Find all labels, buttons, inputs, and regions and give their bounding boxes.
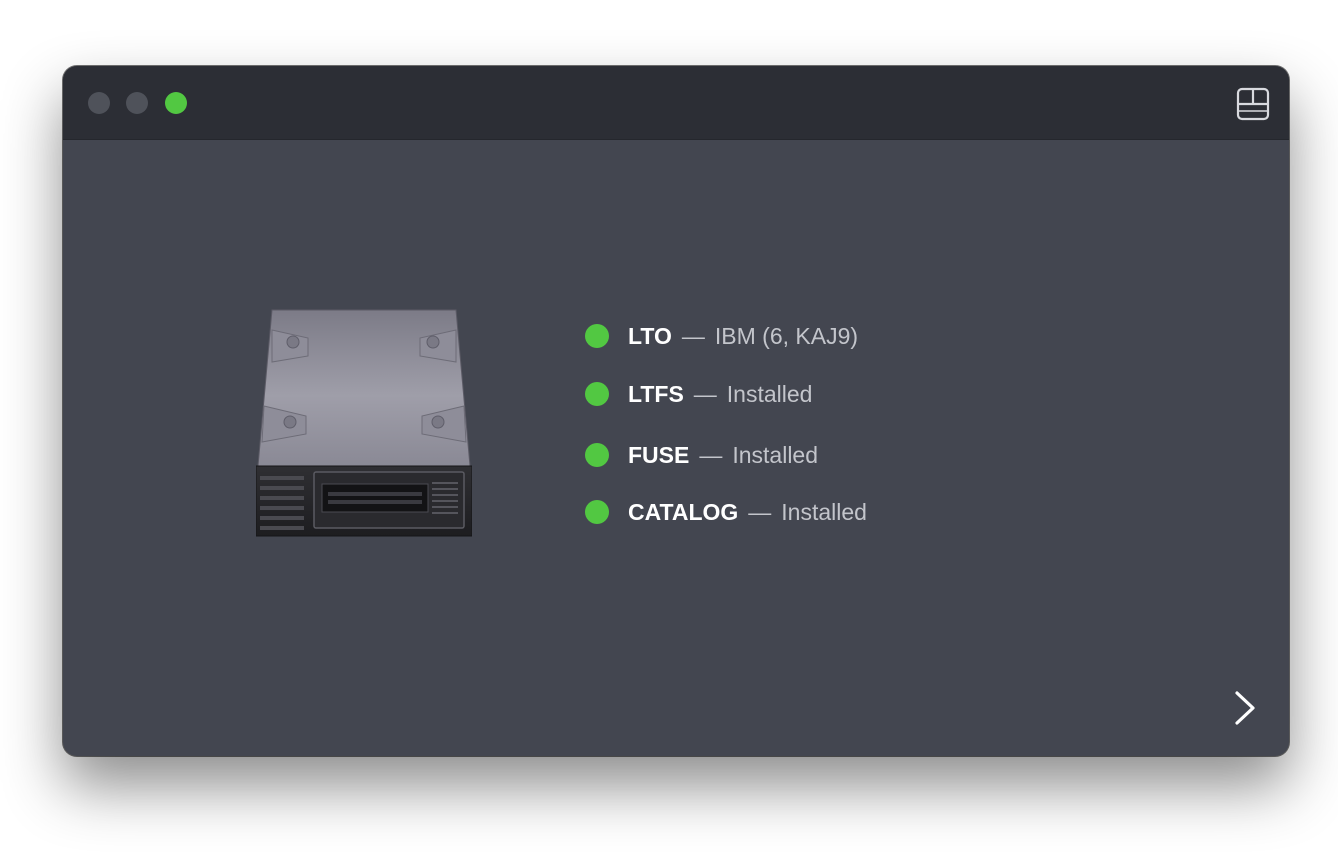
close-window-button[interactable] xyxy=(88,92,110,114)
status-value: Installed xyxy=(781,498,867,525)
status-value: Installed xyxy=(726,380,813,407)
status-row-fuse: FUSE — Installed xyxy=(585,437,818,473)
status-row-catalog: CATALOG — Installed xyxy=(585,494,867,530)
status-indicator xyxy=(585,500,609,524)
status-indicator xyxy=(585,382,609,406)
status-row-ltfs: LTFS — Installed xyxy=(585,376,812,412)
title-bar xyxy=(63,66,1289,140)
layout-icon[interactable] xyxy=(1236,87,1270,121)
chevron-right-icon[interactable] xyxy=(1229,688,1259,728)
status-separator: — xyxy=(681,322,705,349)
app-window: LTO — IBM (6, KAJ9) LTFS — Installed FUS… xyxy=(63,66,1289,756)
status-name: LTFS xyxy=(628,380,684,407)
status-name: LTO xyxy=(628,322,672,349)
status-separator: — xyxy=(748,498,772,525)
status-indicator xyxy=(585,324,609,348)
status-separator: — xyxy=(693,380,717,407)
minimize-window-button[interactable] xyxy=(126,92,148,114)
status-value: Installed xyxy=(732,441,819,468)
zoom-window-button[interactable] xyxy=(165,92,187,114)
status-name: CATALOG xyxy=(628,498,739,525)
status-indicator xyxy=(585,443,609,467)
status-separator: — xyxy=(699,441,723,468)
status-row-lto: LTO — IBM (6, KAJ9) xyxy=(585,318,858,354)
tape-drive-icon xyxy=(256,309,472,537)
status-name: FUSE xyxy=(628,441,690,468)
status-value: IBM (6, KAJ9) xyxy=(714,322,859,349)
